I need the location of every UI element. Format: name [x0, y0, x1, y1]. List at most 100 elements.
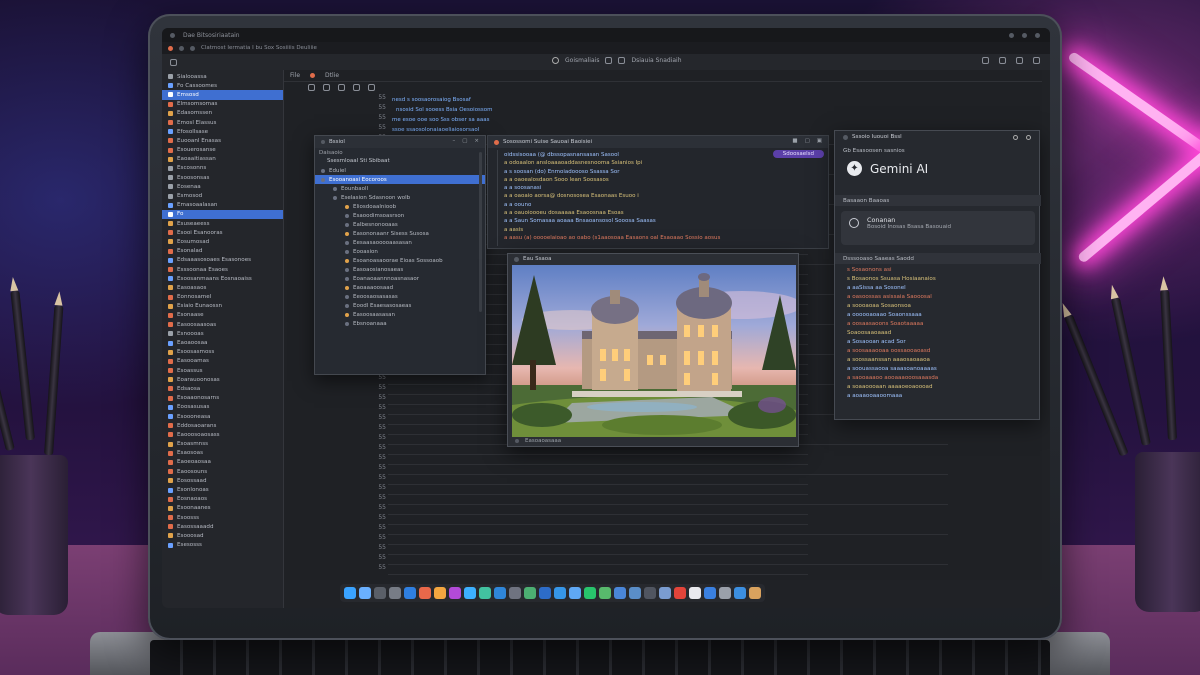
code-line[interactable]: a a oaoealosdaon Sooo lean Soosasos: [504, 177, 720, 185]
code-line[interactable]: nsosid Sol sooess Bsia Oesoiossom: [396, 107, 493, 113]
code-line[interactable]: a aasu (a) ooooelaioao ao oabo (s1aaosoa…: [504, 235, 720, 243]
sidebar-item[interactable]: Eaoosouns: [162, 467, 283, 476]
wifi-icon[interactable]: [1009, 32, 1014, 38]
sidebar-item[interactable]: Esesosss: [162, 541, 283, 550]
view-icon[interactable]: [999, 57, 1006, 64]
sidebar-item[interactable]: Esuseaeess: [162, 219, 283, 228]
sidebar-item[interactable]: Eaoeoaosaa: [162, 458, 283, 467]
maps-icon[interactable]: [479, 587, 491, 599]
sidebar-toggle-icon[interactable]: [170, 58, 177, 66]
sidebar-item[interactable]: Eosumosad: [162, 237, 283, 246]
sidebar-item[interactable]: Esmosod: [162, 191, 283, 200]
share-icon[interactable]: [982, 57, 989, 64]
close-icon[interactable]: [494, 139, 499, 145]
store-icon[interactable]: [629, 587, 641, 599]
sidebar-item[interactable]: Eoarauoonosas: [162, 375, 283, 384]
code-line[interactable]: nesd s soosaorosaiog Bsosaf: [392, 97, 471, 103]
minimize-icon[interactable]: –: [452, 138, 455, 144]
pin-icon[interactable]: [605, 57, 613, 64]
file-tree-row[interactable]: Ealbesnonooaas: [315, 220, 485, 229]
sidebar-item[interactable]: Esonaase: [162, 311, 283, 320]
search-icon[interactable]: [552, 57, 559, 64]
cloud-icon[interactable]: [734, 587, 746, 599]
tag-icon[interactable]: [618, 57, 626, 64]
sidebar-item[interactable]: Esiaio Eunaossn: [162, 302, 283, 311]
sidebar-item[interactable]: Easoasaos: [162, 283, 283, 292]
debug-icon[interactable]: [323, 83, 330, 91]
sidebar-item[interactable]: Escosonns: [162, 164, 283, 173]
close-icon[interactable]: ×: [474, 138, 479, 144]
gallery-icon[interactable]: [659, 587, 671, 599]
sidebar-item[interactable]: Fo: [162, 209, 283, 219]
sidebar-item[interactable]: Sialooassa: [162, 72, 283, 81]
sidebar-item[interactable]: Eaooosoaosass: [162, 430, 283, 439]
code-line[interactable]: a a oouno: [504, 202, 720, 210]
sidebar-item[interactable]: Emsosd: [162, 90, 283, 100]
file-tree-row[interactable]: Esaoodimsoasrson: [315, 211, 485, 220]
sidebar-item[interactable]: Eoosasusas: [162, 403, 283, 412]
sidebar-item[interactable]: Emosl Elassus: [162, 118, 283, 127]
code-line[interactable]: ssoe ssaosolonaiaoeliaiosorsaol: [392, 127, 479, 133]
expand-icon[interactable]: ▢: [805, 138, 810, 144]
calendar-icon[interactable]: [419, 587, 431, 599]
close-tab-icon[interactable]: [310, 73, 316, 78]
sidebar-item[interactable]: Esnoooas: [162, 329, 283, 338]
finder-icon[interactable]: [344, 587, 356, 599]
settings-icon[interactable]: [389, 587, 401, 599]
sidebar-item[interactable]: Esonlonoas: [162, 485, 283, 494]
sidebar-item[interactable]: Easoosaasoas: [162, 320, 283, 329]
close-icon[interactable]: [1026, 134, 1031, 140]
gemini-card[interactable]: Conanan Bosoid Inosas Bsasa Basouaid: [841, 211, 1035, 245]
sidebar-item[interactable]: Esoosss: [162, 513, 283, 522]
file-tree-row[interactable]: Easoosaasasan: [315, 310, 485, 319]
status-badge[interactable]: Sdoosaelsd: [772, 150, 824, 158]
refresh-icon[interactable]: [1013, 134, 1018, 140]
sidebar-item[interactable]: Edsaaasosoaes Esasonoes: [162, 256, 283, 265]
sidebar-item[interactable]: Esouerosanse: [162, 146, 283, 155]
sidebar-item[interactable]: Eaoaoosaa: [162, 338, 283, 347]
photos-icon[interactable]: [434, 587, 446, 599]
drive-icon[interactable]: [539, 587, 551, 599]
code-line[interactable]: a a Saun Somasaa aoaaa Bnsaoansosol Sooo…: [504, 218, 720, 226]
stop-icon[interactable]: [338, 83, 345, 91]
file-tree-row[interactable]: Eoanaoaannnoasnasaor: [315, 274, 485, 283]
sidebar-item[interactable]: Eddosaoarans: [162, 421, 283, 430]
files-icon[interactable]: [509, 587, 521, 599]
minimize-window-icon[interactable]: [179, 45, 184, 51]
sidebar-item[interactable]: Esoassus: [162, 366, 283, 375]
studio-icon[interactable]: [614, 587, 626, 599]
window-menubar[interactable]: Clatmost Iermatia I bu Sox Sosiiiis Deul…: [201, 45, 317, 51]
file-tree-row[interactable]: Easoaosianosaeas: [315, 265, 485, 274]
docs-icon[interactable]: [569, 587, 581, 599]
battery-icon[interactable]: [1022, 32, 1027, 38]
file-tree-row[interactable]: Eeoosaosasasas: [315, 292, 485, 301]
file-tree-row[interactable]: Eduiel: [315, 166, 485, 175]
more-icon[interactable]: [1033, 57, 1040, 64]
sidebar-item[interactable]: Esoosasmoss: [162, 348, 283, 357]
file-tree-row[interactable]: Eoodl Esaesasosaeas: [315, 301, 485, 310]
sidebar-item[interactable]: Esssoonaa Esaoes: [162, 265, 283, 274]
file-tree-row[interactable]: Eaoaaaoosaad: [315, 283, 485, 292]
sidebar-item[interactable]: Eosenaa: [162, 182, 283, 191]
split-icon[interactable]: [368, 83, 375, 91]
code-line[interactable]: a a oaoaio aorsa@ dosnososea Esaonaas Es…: [504, 193, 720, 201]
stop-icon[interactable]: ■: [792, 138, 797, 144]
youtube-icon[interactable]: [674, 587, 686, 599]
sidebar-item[interactable]: Esaosoas: [162, 449, 283, 458]
file-tree-row[interactable]: Easononaanr Sisess Susosa: [315, 229, 485, 238]
file-tree-row[interactable]: Eselasion Sdasnoon wolb: [315, 193, 485, 202]
sidebar-item[interactable]: Esooi Esanooras: [162, 228, 283, 237]
sidebar-item[interactable]: Eosossaad: [162, 476, 283, 485]
sidebar-item[interactable]: Euooanl Enasas: [162, 136, 283, 145]
keep-icon[interactable]: [704, 587, 716, 599]
tv-icon[interactable]: [644, 587, 656, 599]
sidebar-item[interactable]: Emasoaalasan: [162, 201, 283, 210]
slack-icon[interactable]: [524, 587, 536, 599]
figma-icon[interactable]: [584, 587, 596, 599]
layout-icon[interactable]: ▣: [817, 138, 822, 144]
file-tree-row[interactable]: Esooanoasi Eocoroos: [315, 175, 485, 184]
app-menu-title[interactable]: Dae Bitsosiriaatain: [183, 32, 240, 39]
sidebar-item[interactable]: Eaoaaitiassan: [162, 155, 283, 164]
sidebar-item[interactable]: Efosollsase: [162, 127, 283, 136]
file-tree-row[interactable]: Eooasion: [315, 247, 485, 256]
